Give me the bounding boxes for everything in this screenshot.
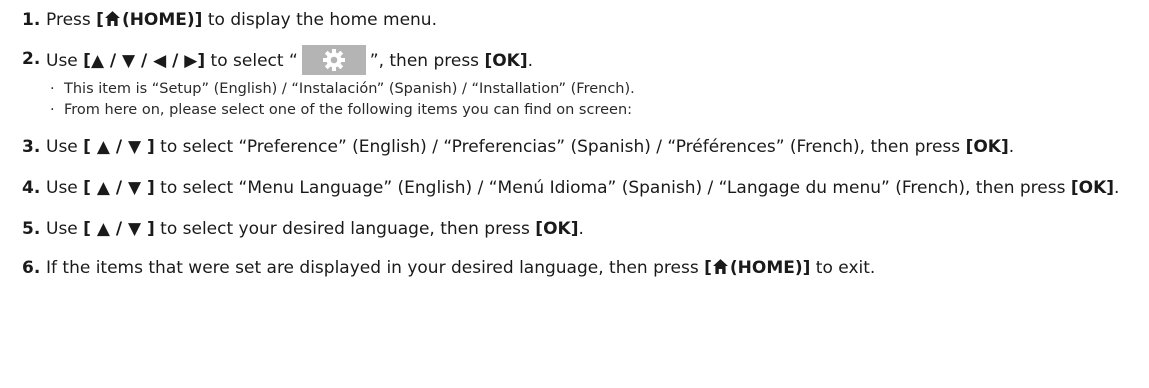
step-6: 6. If the items that were set are displa… [22,254,1132,283]
step-number: 2. [22,49,41,69]
step-text: Use [ ▲ / ▼ ] to select your desired lan… [46,219,584,239]
step-text: Use [ ▲ / ▼ ] to select “Preference” (En… [46,137,1015,157]
home-icon [712,259,728,274]
step-text: If the items that were set are displayed… [46,258,876,278]
step-2-notes: · This item is “Setup” (English) / “Insta… [50,79,1149,121]
home-icon [105,11,120,26]
step-4: 4. Use [ ▲ / ▼ ] to select “Menu Languag… [22,174,1132,203]
step-number: 1. [22,10,41,30]
step-5: 5. Use [ ▲ / ▼ ] to select your desired … [22,215,1132,244]
step-text: Press [(HOME)] to display the home menu. [46,10,437,30]
instructions-page: 1. Press [(HOME)] to display the home me… [0,0,1149,388]
step-number: 4. [22,178,41,198]
step-number: 3. [22,137,41,157]
step-text: Use [ ▲ / ▼ ] to select “Menu Language” … [46,178,1120,198]
gear-icon [322,49,345,71]
setup-icon-box [301,45,366,75]
step-3: 3. Use [ ▲ / ▼ ] to select “Preference” … [22,133,1132,162]
step-1: 1. Press [(HOME)] to display the home me… [22,6,1132,35]
step-number: 6. [22,258,41,278]
step-text: Use [▲ / ▼ / ◀ / ▶] to select “”, then p… [46,45,1132,76]
step-number: 5. [22,219,41,239]
list-item: · This item is “Setup” (English) / “Insta… [50,81,635,97]
step-2: 2. Use [▲ / ▼ / ◀ / ▶] to select “”, the… [22,45,1132,76]
list-item: · From here on, please select one of the … [50,102,633,118]
